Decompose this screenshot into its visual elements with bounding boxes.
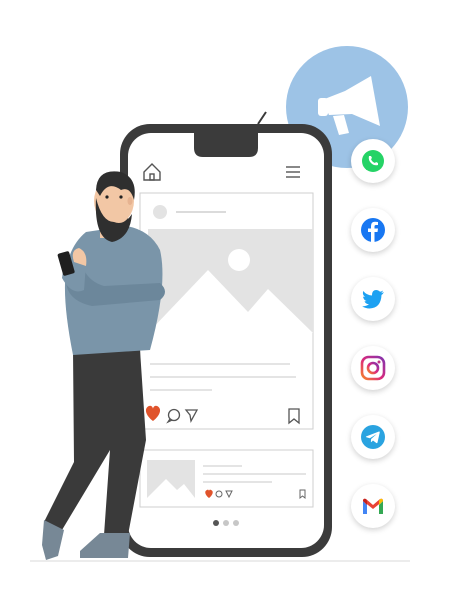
gmail-icon (363, 498, 383, 514)
whatsapp-button[interactable] (351, 139, 395, 183)
gmail-button[interactable] (351, 484, 395, 528)
post-card-small (139, 449, 314, 508)
facebook-button[interactable] (351, 208, 395, 252)
instagram-icon (360, 355, 386, 381)
whatsapp-icon (362, 150, 384, 172)
telegram-button[interactable] (351, 415, 395, 459)
pagination-dots[interactable] (213, 520, 239, 526)
twitter-button[interactable] (351, 277, 395, 321)
twitter-icon (362, 290, 384, 309)
instagram-button[interactable] (351, 346, 395, 390)
telegram-icon (361, 425, 385, 449)
post-card (139, 192, 314, 430)
image-placeholder-icon (147, 460, 195, 498)
image-placeholder-icon (148, 229, 313, 333)
avatar (153, 205, 167, 219)
facebook-icon (361, 218, 385, 242)
